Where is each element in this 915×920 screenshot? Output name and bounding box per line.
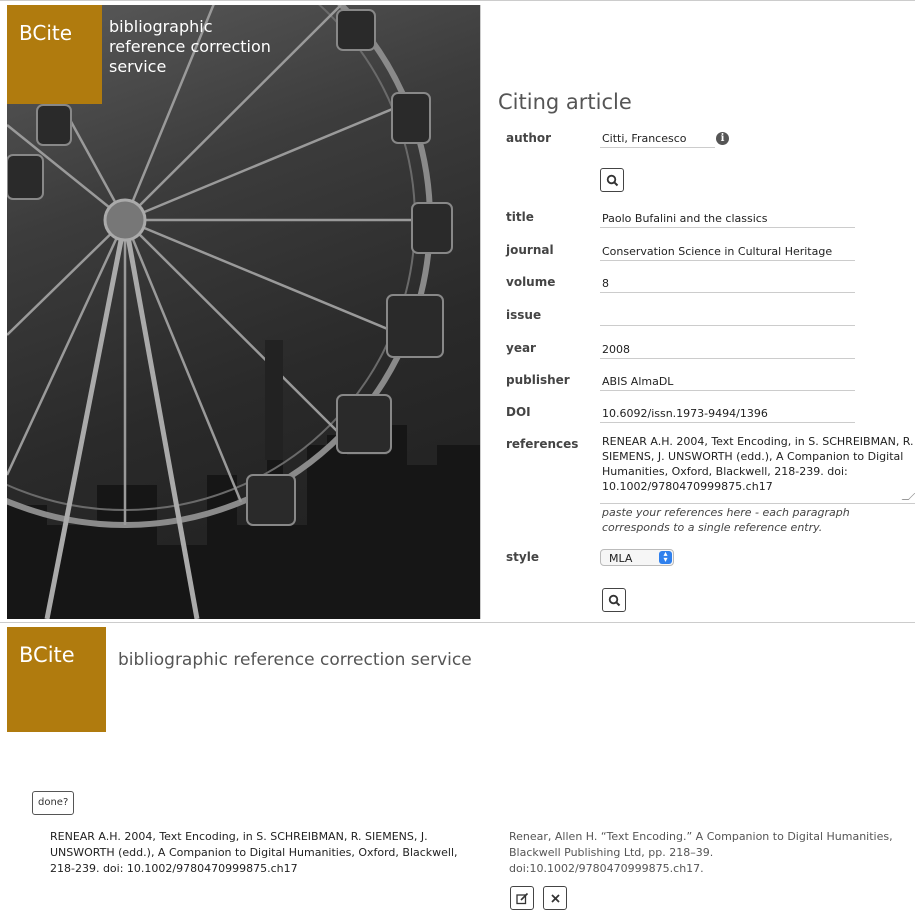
search-icon [606, 174, 619, 187]
references-hint-line: corresponds to a single reference entry. [602, 521, 823, 534]
references-hint-line: paste your references here - each paragr… [602, 506, 850, 519]
brand-tagline-line: reference correction [109, 37, 271, 56]
style-selected-value: MLA [609, 552, 633, 565]
edit-icon [516, 892, 529, 905]
original-reference-line: RENEAR A.H. 2004, Text Encoding, in S. S… [50, 830, 428, 843]
done-button[interactable]: done? [32, 791, 75, 815]
references-line: RENEAR A.H. 2004, Text Encoding, in S. S… [602, 435, 914, 448]
original-reference-line: 218-239. doi: 10.1002/9780470999875.ch17 [50, 862, 298, 875]
formatted-reference-line: Renear, Allen H. “Text Encoding.” A Comp… [509, 830, 893, 843]
close-icon [551, 894, 560, 903]
brand-tagline-line: service [109, 57, 167, 76]
brand-logo: BCite [19, 643, 75, 667]
chevron-updown-icon: ▴ ▾ [659, 550, 672, 564]
brand-logo-box: BCite [7, 627, 106, 732]
author-search-button[interactable] [600, 168, 624, 192]
resize-handle[interactable] [901, 493, 915, 500]
doi-input[interactable]: 10.6092/issn.1973-9494/1396 [600, 401, 855, 423]
brand-tagline: bibliographic reference correction servi… [118, 650, 472, 670]
original-reference-line: UNSWORTH (edd.), A Companion to Digital … [50, 846, 458, 859]
year-input[interactable]: 2008 [600, 337, 855, 359]
volume-label: volume [506, 275, 556, 289]
issue-input[interactable] [600, 304, 855, 326]
formatted-reference-line: Blackwell Publishing Ltd, pp. 218–39. [509, 846, 714, 859]
brand-tagline: bibliographic reference correction servi… [109, 17, 309, 77]
style-select[interactable]: MLA ▴ ▾ [600, 549, 674, 566]
info-icon[interactable]: i [716, 132, 729, 145]
references-line: 10.1002/9780470999875.ch17 [602, 480, 773, 493]
year-label: year [506, 341, 536, 355]
formatted-reference-line: doi:10.1002/9780470999875.ch17. [509, 862, 704, 875]
search-icon [608, 594, 621, 607]
references-line: SIEMENS, J. UNSWORTH (edd.), A Companion… [602, 450, 904, 463]
brand-logo: BCite [19, 21, 73, 45]
title-label: title [506, 210, 534, 224]
publisher-label: publisher [506, 373, 570, 387]
divider [480, 5, 481, 619]
references-hint: paste your references here - each paragr… [602, 505, 872, 535]
publisher-input[interactable]: ABIS AlmaDL [600, 369, 855, 391]
references-textarea[interactable]: RENEAR A.H. 2004, Text Encoding, in S. S… [600, 434, 915, 504]
title-input[interactable]: Paolo Bufalini and the classics [600, 206, 855, 228]
brand-logo-box: BCite [7, 5, 102, 104]
form-title: Citing article [498, 90, 632, 114]
issue-label: issue [506, 308, 542, 322]
edit-button[interactable] [510, 886, 534, 910]
author-label: author [506, 131, 552, 145]
formatted-reference: Renear, Allen H. “Text Encoding.” A Comp… [509, 829, 915, 877]
reject-button[interactable] [543, 886, 567, 910]
volume-input[interactable]: 8 [600, 271, 855, 293]
style-label: style [506, 550, 539, 564]
author-input[interactable]: Citti, Francesco [600, 126, 715, 148]
submit-search-button[interactable] [602, 588, 626, 612]
citing-article-form: Citing article author Citti, Francesco i… [498, 0, 915, 620]
original-reference: RENEAR A.H. 2004, Text Encoding, in S. S… [50, 829, 490, 877]
journal-input[interactable]: Conservation Science in Cultural Heritag… [600, 239, 855, 261]
doi-label: DOI [506, 405, 531, 419]
references-line: Humanities, Oxford, Blackwell, 218-239. … [602, 465, 848, 478]
journal-label: journal [506, 243, 554, 257]
references-label: references [506, 437, 579, 451]
brand-tagline-line: bibliographic [109, 17, 213, 36]
